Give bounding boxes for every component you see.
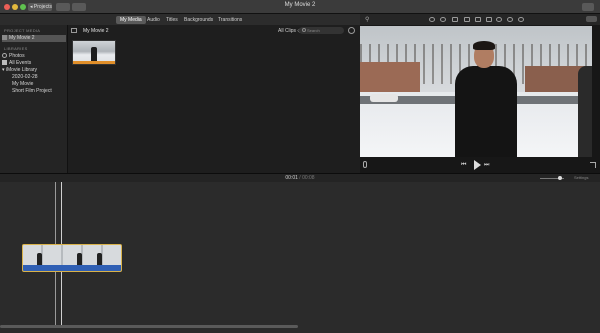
sidebar-item-photos[interactable]: Photos: [2, 53, 66, 60]
thumbnail-figure: [91, 47, 97, 61]
browser-title: My Movie 2: [83, 28, 109, 34]
clip-frame-figure: [97, 253, 102, 265]
play-icon[interactable]: [474, 160, 481, 170]
timeline-settings-button[interactable]: Settings: [574, 175, 588, 180]
video-person-body: [455, 66, 517, 157]
speed-icon[interactable]: [496, 17, 502, 22]
sidebar-item-imovie-library[interactable]: ▾ iMovie Library: [2, 67, 66, 74]
microphone-icon[interactable]: [363, 161, 367, 168]
browser-header: My Movie 2 All Clips ◇ Search: [68, 25, 360, 37]
sidebar-item-event-date[interactable]: 2020-02-28: [2, 74, 66, 81]
info-icon[interactable]: [518, 17, 524, 22]
sidebar-item-project[interactable]: My Movie 2: [2, 35, 66, 42]
sidebar-item-all-events[interactable]: All Events: [2, 60, 66, 67]
crop-icon[interactable]: [452, 17, 458, 22]
sidebar-item-short-film[interactable]: Short Film Project: [2, 88, 66, 95]
timeline-area[interactable]: [0, 182, 600, 333]
project-media-header: PROJECT MEDIA: [4, 28, 41, 33]
search-icon: [302, 28, 306, 32]
clip-filter-dropdown[interactable]: All Clips ◇: [278, 28, 301, 34]
title-bar: ◂ Projects My Movie 2: [0, 0, 600, 14]
sidebar-item-my-movie[interactable]: My Movie: [2, 81, 66, 88]
window-title: My Movie 2: [284, 2, 316, 8]
video-second-person: [578, 66, 592, 157]
gear-icon[interactable]: [348, 27, 355, 34]
color-correction-icon[interactable]: [440, 17, 446, 22]
timeline-clip[interactable]: [22, 244, 122, 272]
tab-my-media[interactable]: My Media: [116, 16, 146, 24]
skip-forward-icon[interactable]: ⏭: [484, 162, 489, 168]
timeline-scrollbar[interactable]: [0, 325, 298, 328]
video-car: [370, 94, 398, 102]
timecode-display: 00:01 / 00:08: [285, 175, 315, 181]
project-icon: [2, 35, 7, 40]
clip-frame-figure: [77, 253, 82, 265]
tab-backgrounds[interactable]: Backgrounds: [180, 16, 217, 24]
events-icon: [2, 60, 7, 65]
clip-used-bar: [73, 61, 115, 64]
photos-icon: [2, 53, 7, 58]
library-sidebar: PROJECT MEDIA My Movie 2 LIBRARIES Photo…: [0, 25, 68, 173]
clip-audio-waveform: [23, 265, 121, 271]
libraries-header: LIBRARIES: [4, 46, 28, 51]
timeline-header: 00:01 / 00:08 Settings: [0, 173, 600, 182]
video-building-left: [360, 62, 420, 92]
fullscreen-icon[interactable]: [590, 162, 596, 168]
stabilization-icon[interactable]: [464, 17, 470, 22]
viewer-panel: ⚲ ⏮ ⏭: [360, 14, 600, 173]
clip-frame-figure: [37, 253, 42, 265]
playback-controls: ⏮ ⏭: [360, 157, 600, 173]
volume-icon[interactable]: [475, 17, 481, 22]
tab-titles[interactable]: Titles: [162, 16, 182, 24]
color-balance-icon[interactable]: [429, 17, 435, 22]
adjustment-toolbar: ⚲: [360, 14, 600, 25]
clip-thumbnail[interactable]: [72, 40, 116, 65]
media-tabs: My Media Audio Titles Backgrounds Transi…: [0, 14, 360, 25]
zoom-slider-knob[interactable]: [558, 176, 562, 180]
media-browser: My Movie 2 All Clips ◇ Search: [68, 25, 360, 173]
share-button[interactable]: [582, 3, 594, 11]
video-person-hair: [473, 41, 495, 50]
noise-reduction-icon[interactable]: [486, 17, 492, 22]
magic-wand-icon[interactable]: ⚲: [365, 17, 369, 23]
sidebar-toggle-icon[interactable]: [71, 28, 77, 33]
reset-all-button[interactable]: [586, 16, 597, 22]
skip-back-icon[interactable]: ⏮: [461, 162, 466, 168]
filter-icon[interactable]: [507, 17, 513, 22]
tab-audio[interactable]: Audio: [143, 16, 164, 24]
tab-transitions[interactable]: Transitions: [214, 16, 246, 24]
video-preview: [360, 26, 592, 157]
